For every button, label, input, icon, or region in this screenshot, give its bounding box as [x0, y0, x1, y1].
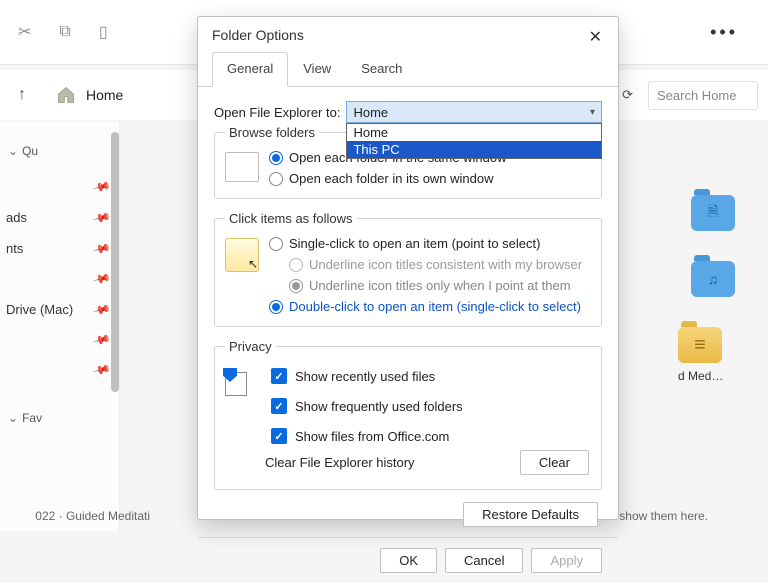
pin-icon: 📌	[92, 360, 112, 380]
click-legend: Click items as follows	[225, 211, 357, 226]
sidebar-item-3[interactable]: 📌	[0, 264, 119, 294]
up-icon[interactable]: ↑	[18, 86, 26, 104]
checkbox-frequent[interactable]: ✓ Show frequently used folders	[271, 394, 591, 418]
select-value: Home	[353, 105, 388, 120]
sidebar-item-2[interactable]: nts📌	[0, 233, 119, 264]
search-input[interactable]: Search Home	[648, 81, 758, 110]
folder-label-med: d Med…	[678, 369, 748, 383]
radio-icon	[269, 151, 283, 165]
sidebar-item-6[interactable]: 📌	[0, 355, 119, 385]
folder-options-dialog: Folder Options ✕ General View Search Ope…	[197, 16, 619, 520]
open-explorer-label: Open File Explorer to:	[214, 105, 340, 120]
dialog-body: Open File Explorer to: Home ▾ Home This …	[198, 87, 618, 537]
radio-single-click[interactable]: Single-click to open an item (point to s…	[269, 236, 591, 251]
refresh-icon[interactable]: ⟳	[622, 87, 633, 103]
scrollbar[interactable]	[111, 132, 119, 392]
checkbox-icon: ✓	[271, 428, 287, 444]
privacy-group: Privacy ✓ Show recently used files ✓ Sho…	[214, 339, 602, 490]
radio-icon	[289, 279, 303, 293]
cut-icon[interactable]: ✂	[18, 22, 31, 42]
music-folder[interactable]: ♫	[691, 261, 735, 297]
select-option-home[interactable]: Home	[347, 124, 601, 141]
clear-button[interactable]: Clear	[520, 450, 589, 475]
tab-view[interactable]: View	[288, 52, 346, 87]
sidebar-quick[interactable]: ⌄Qu	[0, 138, 119, 164]
sidebar-item-4[interactable]: Drive (Mac)📌	[0, 294, 119, 325]
radio-icon	[289, 258, 303, 272]
pin-icon: 📌	[92, 177, 112, 197]
sidebar-item-5[interactable]: 📌	[0, 325, 119, 355]
chevron-down-icon: ▾	[590, 107, 595, 118]
window-icon	[225, 152, 259, 182]
clear-history-label: Clear File Explorer history	[265, 455, 415, 470]
dialog-footer: OK Cancel Apply	[198, 537, 618, 583]
checkbox-icon: ✓	[271, 368, 287, 384]
documents-folder[interactable]: 🗎	[691, 195, 735, 231]
pin-icon: 📌	[92, 239, 112, 259]
radio-icon	[269, 172, 283, 186]
click-items-group: Click items as follows ↖ Single-click to…	[214, 211, 602, 327]
tab-search[interactable]: Search	[346, 52, 417, 87]
close-icon[interactable]: ✕	[589, 27, 602, 47]
select-option-thispc[interactable]: This PC	[347, 141, 601, 158]
pin-icon: 📌	[92, 300, 112, 320]
bottom-left-text: 022 · Guided Meditati	[0, 509, 150, 523]
folder-grid: 🗎 ♫ ≡ d Med…	[678, 195, 748, 383]
sidebar: ⌄Qu 📌 ads📌 nts📌 📌 Drive (Mac)📌 📌 📌 ⌄Fav	[0, 122, 120, 531]
yellow-folder-wrap: ≡ d Med…	[678, 327, 748, 383]
sidebar-fav[interactable]: ⌄Fav	[0, 405, 119, 431]
yellow-folder[interactable]: ≡	[678, 327, 722, 363]
sidebar-item-0[interactable]: 📌	[0, 172, 119, 202]
radio-underline-point: Underline icon titles only when I point …	[269, 278, 591, 293]
breadcrumb-home[interactable]: Home	[86, 87, 123, 103]
radio-own-window[interactable]: Open each folder in its own window	[269, 171, 591, 186]
home-icon	[56, 85, 76, 105]
checkbox-office[interactable]: ✓ Show files from Office.com	[271, 424, 591, 448]
more-icon[interactable]: •••	[710, 22, 738, 43]
copy-icon[interactable]: ⧉	[59, 23, 70, 41]
paste-icon[interactable]: ▯	[99, 22, 108, 42]
radio-icon	[269, 300, 283, 314]
click-icon: ↖	[225, 238, 259, 272]
privacy-icon	[225, 368, 255, 398]
radio-double-click[interactable]: Double-click to open an item (single-cli…	[269, 299, 591, 314]
checkbox-icon: ✓	[271, 398, 287, 414]
tab-general[interactable]: General	[212, 52, 288, 87]
sidebar-item-1[interactable]: ads📌	[0, 202, 119, 233]
pin-icon: 📌	[92, 330, 112, 350]
radio-underline-browser: Underline icon titles consistent with my…	[269, 257, 591, 272]
radio-icon	[269, 237, 283, 251]
apply-button[interactable]: Apply	[531, 548, 602, 573]
ok-button[interactable]: OK	[380, 548, 437, 573]
checkbox-recent[interactable]: ✓ Show recently used files	[271, 364, 591, 388]
open-explorer-select[interactable]: Home ▾ Home This PC	[346, 101, 602, 123]
restore-defaults-button[interactable]: Restore Defaults	[463, 502, 598, 527]
pin-icon: 📌	[92, 269, 112, 289]
cancel-button[interactable]: Cancel	[445, 548, 523, 573]
select-dropdown: Home This PC	[346, 123, 602, 159]
tabs: General View Search	[198, 51, 618, 87]
dialog-title: Folder Options	[198, 17, 618, 51]
privacy-legend: Privacy	[225, 339, 276, 354]
pin-icon: 📌	[92, 208, 112, 228]
browse-legend: Browse folders	[225, 125, 319, 140]
